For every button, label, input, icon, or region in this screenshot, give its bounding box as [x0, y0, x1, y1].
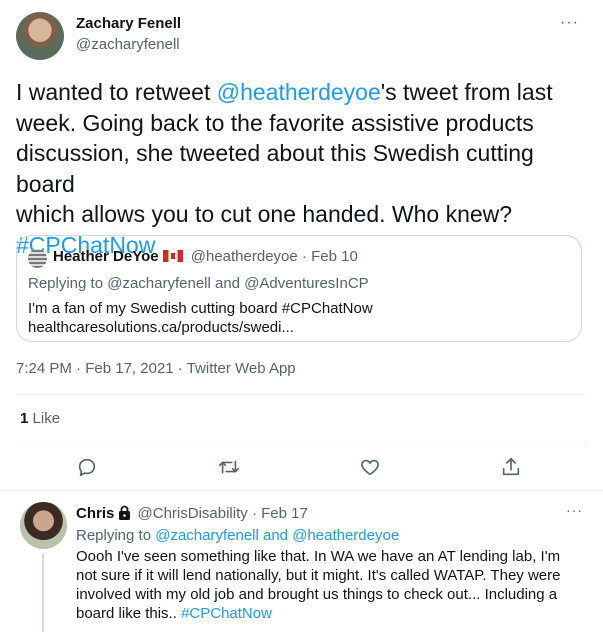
like-icon[interactable]	[359, 456, 381, 478]
tweet-text: I wanted to retweet @heatherdeyoe's twee…	[16, 77, 591, 260]
tweet-source[interactable]: Twitter Web App	[187, 360, 296, 377]
reply-replying-to: Replying to @zacharyfenell and @heatherd…	[76, 527, 399, 544]
replying-to-label: Replying to	[28, 275, 104, 292]
canada-flag-icon	[162, 250, 183, 262]
thread-line	[42, 553, 44, 632]
author-avatar[interactable]	[16, 12, 64, 60]
reply-author-handle[interactable]: @ChrisDisability	[138, 505, 248, 522]
share-icon[interactable]	[500, 456, 522, 478]
replying-to-label: Replying to	[76, 527, 152, 544]
dot-separator: ·	[251, 505, 257, 522]
quoted-tweet-text: I'm a fan of my Swedish cutting board #C…	[28, 300, 373, 336]
reply-author-avatar[interactable]	[20, 502, 67, 549]
tweet-text-prefix: I wanted to retweet	[16, 79, 217, 105]
divider	[16, 441, 587, 442]
replying-mention-1[interactable]: @zacharyfenell	[155, 527, 259, 544]
divider	[16, 394, 587, 395]
dot-separator: ·	[76, 360, 82, 377]
quoted-tweet[interactable]: Heather DeYoe @heatherdeyoe · Feb 10 Rep…	[16, 235, 582, 342]
replying-mention-2[interactable]: @heatherdeyoe	[292, 527, 399, 544]
likes-count: 1	[20, 410, 29, 427]
more-options-button[interactable]: ···	[560, 14, 579, 32]
author-handle[interactable]: @zacharyfenell	[76, 36, 180, 53]
dot-separator: ·	[301, 248, 307, 265]
reply-icon[interactable]	[76, 456, 98, 478]
reply-date[interactable]: Feb 17	[261, 505, 308, 522]
likes-count-link[interactable]: 1 Like	[20, 410, 60, 427]
mention-link[interactable]: @heatherdeyoe	[217, 79, 381, 105]
replying-mention-2: @AdventuresInCP	[244, 275, 369, 292]
divider	[0, 490, 603, 491]
quoted-tweet-header: Heather DeYoe @heatherdeyoe · Feb 10	[53, 248, 358, 265]
replying-and: and	[215, 275, 241, 292]
likes-label: Like	[32, 410, 61, 427]
quoted-author-name: Heather DeYoe	[53, 248, 159, 265]
reply-author-name[interactable]: Chris	[76, 505, 114, 522]
reply-text-body: Oooh I've seen something like that. In W…	[76, 548, 561, 622]
reply-more-options-button[interactable]: ···	[566, 502, 583, 518]
quoted-author-avatar	[28, 249, 47, 268]
tweet-meta: 7:24 PM · Feb 17, 2021 · Twitter Web App	[16, 360, 296, 377]
author-name[interactable]: Zachary Fenell	[76, 15, 181, 32]
replying-and: and	[263, 527, 289, 544]
reply-hashtag-link[interactable]: #CPChatNow	[181, 605, 272, 622]
quoted-replying-to: Replying to @zacharyfenell and @Adventur…	[28, 275, 369, 292]
quoted-tweet-date: Feb 10	[311, 248, 358, 265]
retweet-icon[interactable]	[218, 456, 240, 478]
tweet-date[interactable]: Feb 17, 2021	[85, 360, 173, 377]
reply-text: Oooh I've seen something like that. In W…	[76, 547, 586, 623]
replying-mention-1: @zacharyfenell	[107, 275, 211, 292]
tweet-time[interactable]: 7:24 PM	[16, 360, 72, 377]
quoted-author-handle: @heatherdeyoe	[190, 248, 298, 265]
reply-header: Chris @ChrisDisability · Feb 17	[76, 505, 308, 522]
lock-icon	[119, 505, 131, 520]
dot-separator: ·	[177, 360, 183, 377]
